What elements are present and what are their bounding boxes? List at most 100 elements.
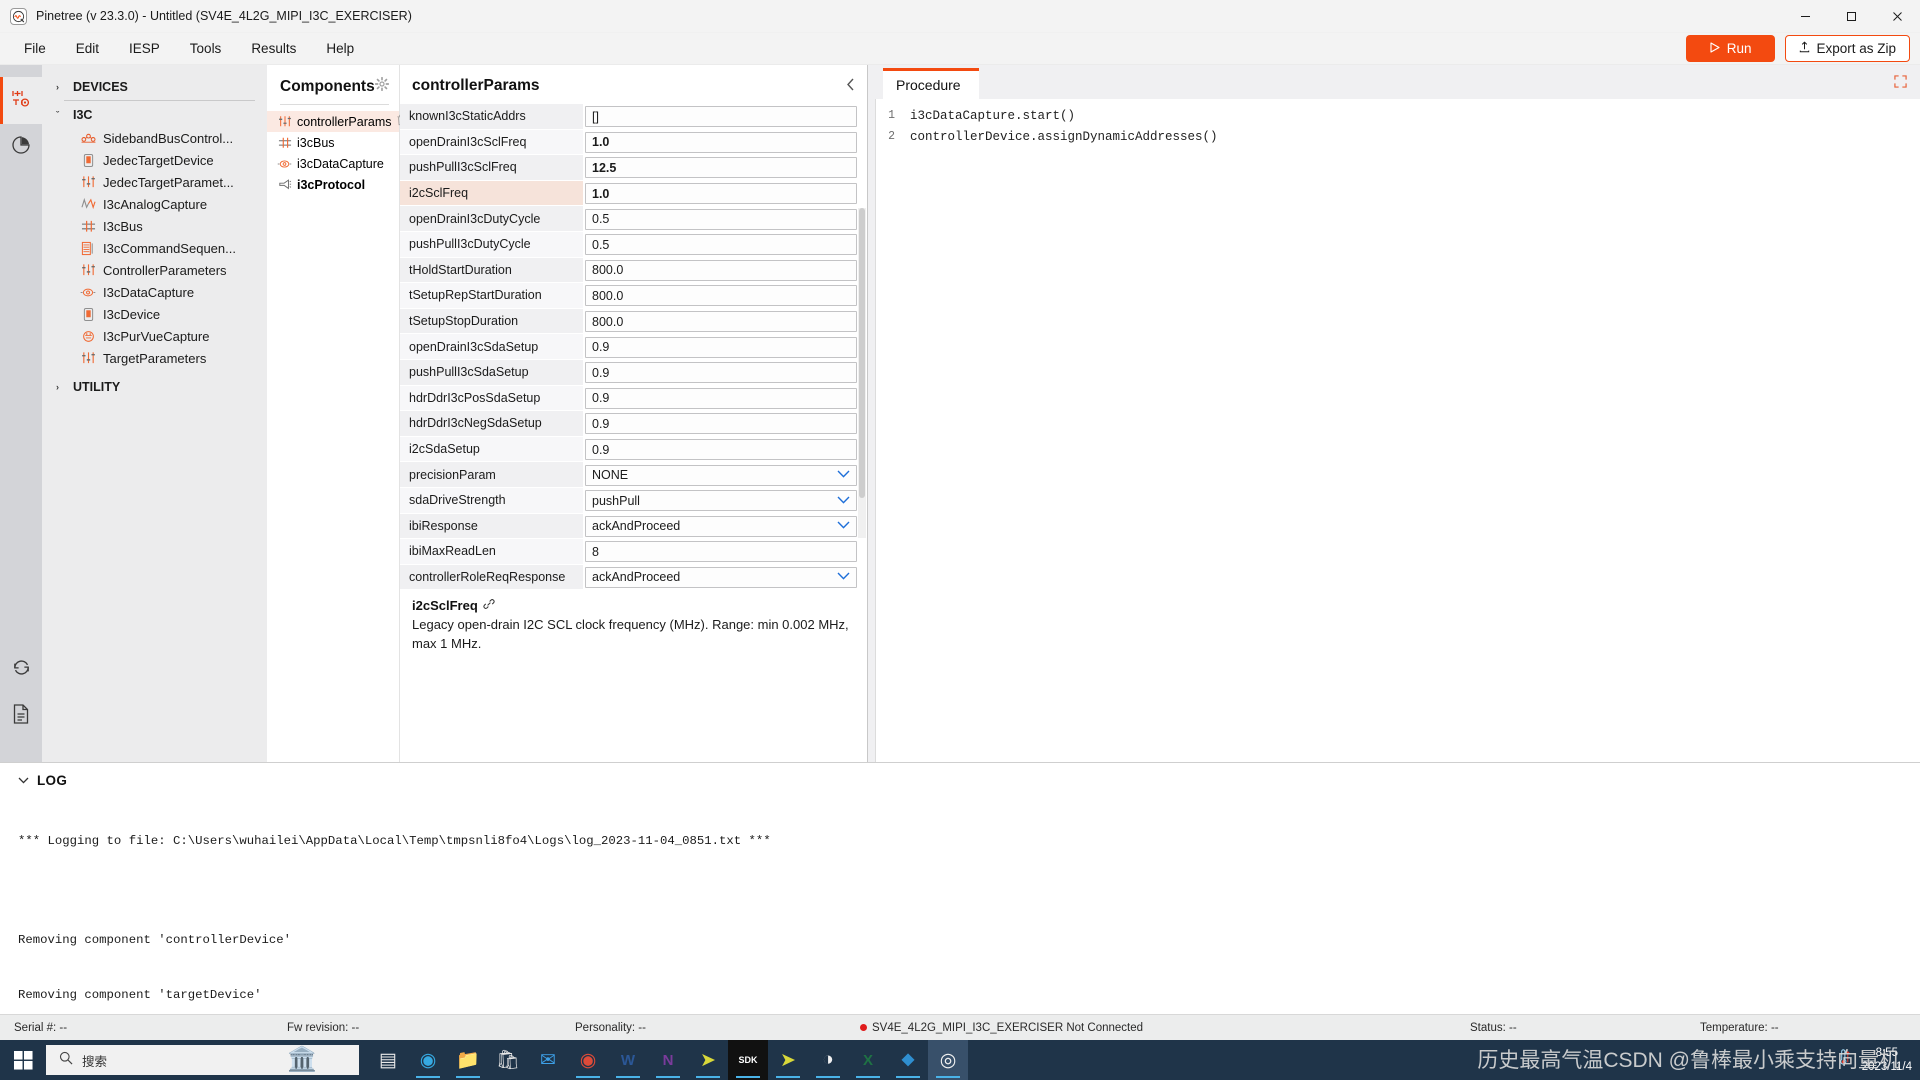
param-input-tSetupStopDuration[interactable]: [585, 311, 857, 333]
param-select-ibiResponse[interactable]: ackAndProceed: [585, 515, 857, 537]
tree-item-label: I3cPurVueCapture: [103, 328, 210, 344]
gear-icon[interactable]: [374, 76, 390, 96]
export-zip-button[interactable]: Export as Zip: [1785, 35, 1910, 62]
chrome-icon[interactable]: ◉: [568, 1040, 608, 1080]
chevron-right-icon: ›: [56, 82, 59, 92]
main-body: › DEVICES ˇ I3C SidebandBusControl... Je…: [0, 65, 1920, 762]
rail-item-instrument[interactable]: [0, 77, 42, 124]
chevron-left-icon[interactable]: [842, 78, 859, 94]
device-icon: [80, 306, 96, 322]
taskbar-clock[interactable]: 8:55 2023/11/4: [1862, 1046, 1912, 1075]
data-capture-icon: [80, 284, 96, 300]
word-icon[interactable]: W: [608, 1040, 648, 1080]
mail-icon[interactable]: ✉: [528, 1040, 568, 1080]
pinetree-icon[interactable]: ◎: [928, 1040, 968, 1080]
log-line-blank: [18, 887, 1920, 895]
menu-bar: File Edit IESP Tools Results Help Run Ex…: [0, 33, 1920, 65]
log-line: *** Logging to file: C:\Users\wuhailei\A…: [18, 834, 771, 849]
task-view-icon[interactable]: ▤: [368, 1040, 408, 1080]
param-input-tHoldStartDuration[interactable]: [585, 259, 857, 281]
component-item-i3cdatacapture[interactable]: i3cDataCapture: [267, 153, 399, 174]
param-label: sdaDriveStrength: [400, 487, 583, 514]
rail-item-document[interactable]: [0, 693, 42, 740]
param-input-openDrainI3cSdaSetup[interactable]: [585, 336, 857, 358]
param-input-openDrainI3cSclFreq[interactable]: [585, 131, 857, 153]
param-row-controllerRoleReqResponse: controllerRoleReqResponse ackAndProceed: [400, 564, 867, 591]
param-input-pushPullI3cSclFreq[interactable]: [585, 157, 857, 179]
tree-item-i3cdevice[interactable]: I3cDevice: [42, 303, 267, 325]
param-input-hdrDdrI3cPosSdaSetup[interactable]: [585, 387, 857, 409]
param-input-openDrainI3cDutyCycle[interactable]: [585, 208, 857, 230]
tree-item-i3cbus[interactable]: I3cBus: [42, 215, 267, 237]
rail-item-results[interactable]: [0, 124, 42, 171]
param-input-i2cSdaSetup[interactable]: [585, 439, 857, 461]
tree-item-i3ccommandsequence[interactable]: I3cCommandSequen...: [42, 237, 267, 259]
tree-item-jedectargetparameters[interactable]: JedecTargetParamet...: [42, 171, 267, 193]
thermometer-icon[interactable]: [1837, 1049, 1852, 1071]
component-item-label: i3cDataCapture: [297, 156, 384, 171]
tree-group-devices[interactable]: › DEVICES: [42, 75, 267, 99]
tree-item-controllerparameters[interactable]: ControllerParameters: [42, 259, 267, 281]
tab-procedure[interactable]: Procedure: [883, 68, 979, 100]
procedure-code-editor[interactable]: 1 i3cDataCapture.start() 2 controllerDev…: [868, 99, 1920, 762]
sideband-bus-icon: [80, 130, 96, 146]
app-yellow-icon[interactable]: ➤: [688, 1040, 728, 1080]
windows-start-icon[interactable]: [0, 1040, 46, 1080]
param-input-tSetupRepStartDuration[interactable]: [585, 285, 857, 307]
excel-icon[interactable]: X: [848, 1040, 888, 1080]
component-item-i3cprotocol[interactable]: i3cProtocol: [267, 174, 399, 195]
file-explorer-icon[interactable]: 📁: [448, 1040, 488, 1080]
param-row-openDrainI3cSdaSetup: openDrainI3cSdaSetup: [400, 334, 867, 360]
menu-edit[interactable]: Edit: [62, 37, 113, 60]
menu-help[interactable]: Help: [312, 37, 368, 60]
param-input-i2cSclFreq[interactable]: [585, 183, 857, 205]
param-input-pushPullI3cDutyCycle[interactable]: [585, 234, 857, 256]
expand-icon[interactable]: [1894, 75, 1907, 93]
sdk-icon[interactable]: SDK: [728, 1040, 768, 1080]
components-panel: Components controllerParams i3cBus i3cDa…: [267, 65, 407, 762]
param-input-knownI3cStaticAddrs[interactable]: [585, 106, 857, 128]
menu-iesp[interactable]: IESP: [115, 37, 174, 60]
menu-file[interactable]: File: [10, 37, 60, 60]
param-select-controllerRoleReqResponse[interactable]: ackAndProceed: [585, 566, 857, 588]
onenote-icon[interactable]: N: [648, 1040, 688, 1080]
tree-item-label: I3cCommandSequen...: [103, 240, 236, 256]
param-select-sdaDriveStrength[interactable]: pushPull: [585, 490, 857, 512]
dbeaver-icon[interactable]: ◑: [808, 1040, 848, 1080]
tree-item-i3canalogcapture[interactable]: I3cAnalogCapture: [42, 193, 267, 215]
vscode-icon[interactable]: ⬥: [888, 1040, 928, 1080]
tree-group-i3c[interactable]: ˇ I3C: [42, 103, 267, 127]
component-item-controllerparams[interactable]: controllerParams: [267, 111, 407, 132]
param-label: ibiResponse: [400, 513, 583, 540]
minimize-button[interactable]: [1782, 0, 1828, 33]
tree-group-utility[interactable]: › UTILITY: [42, 375, 267, 399]
component-item-i3cbus[interactable]: i3cBus: [267, 132, 399, 153]
parameters-scrollbar[interactable]: [858, 208, 866, 538]
scrollbar-thumb[interactable]: [859, 208, 865, 498]
tree-item-jedectargetdevice[interactable]: JedecTargetDevice: [42, 149, 267, 171]
close-button[interactable]: [1874, 0, 1920, 33]
edge-icon[interactable]: ◉: [408, 1040, 448, 1080]
panel-splitter[interactable]: [868, 65, 876, 762]
param-select-precisionParam[interactable]: NONE: [585, 464, 857, 486]
run-button[interactable]: Run: [1685, 35, 1776, 62]
microsoft-store-icon[interactable]: 🛍: [488, 1040, 528, 1080]
tree-item-i3cdatacapture[interactable]: I3cDataCapture: [42, 281, 267, 303]
menu-results[interactable]: Results: [237, 37, 310, 60]
windows-taskbar: 搜索 🏛️ ▤ ◉ 📁 🛍 ✉ ◉ W N ➤ SDK ➤ ◑ X ⬥ ◎ 8:…: [0, 1040, 1920, 1080]
param-label: precisionParam: [400, 462, 583, 488]
tree-item-sidebandbuscontroller[interactable]: SidebandBusControl...: [42, 127, 267, 149]
rail-item-refresh[interactable]: [0, 646, 42, 693]
menu-tools[interactable]: Tools: [176, 37, 236, 60]
param-input-hdrDdrI3cNegSdaSetup[interactable]: [585, 413, 857, 435]
link-icon[interactable]: [483, 598, 495, 613]
param-input-pushPullI3cSdaSetup[interactable]: [585, 362, 857, 384]
maximize-button[interactable]: [1828, 0, 1874, 33]
tree-item-targetparameters[interactable]: TargetParameters: [42, 347, 267, 369]
log-header[interactable]: LOG: [0, 763, 1920, 794]
tree-item-i3cpurvuecapture[interactable]: I3cPurVueCapture: [42, 325, 267, 347]
code-text: controllerDevice.assignDynamicAddresses(…: [910, 129, 1218, 144]
taskbar-search-box[interactable]: 搜索 🏛️: [46, 1045, 359, 1075]
param-input-ibiMaxReadLen[interactable]: [585, 541, 857, 563]
app-yellow2-icon[interactable]: ➤: [768, 1040, 808, 1080]
